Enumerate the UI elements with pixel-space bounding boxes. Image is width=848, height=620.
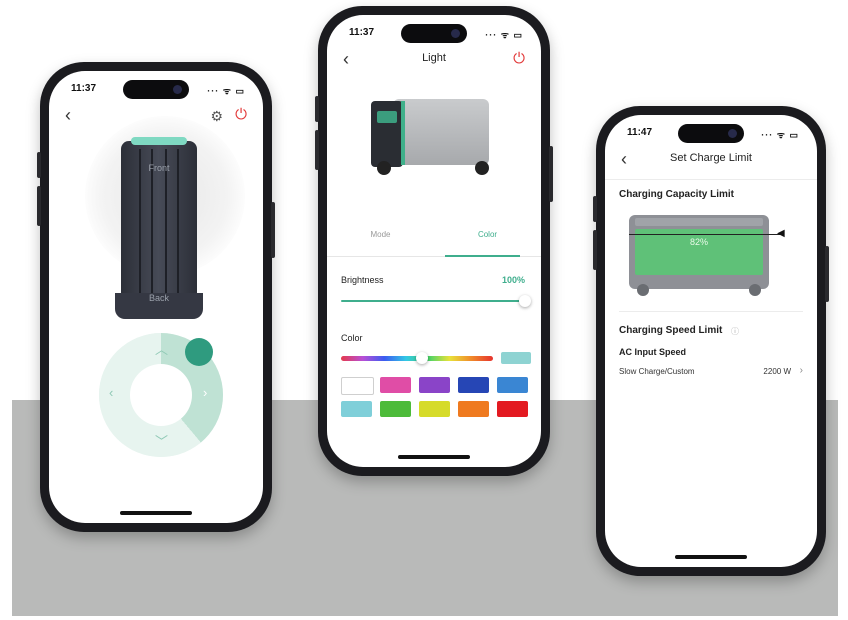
chevron-up-icon[interactable]: ︿ <box>155 339 168 358</box>
charge-mode-label: Slow Charge/Custom <box>619 367 695 376</box>
color-swatch[interactable] <box>419 401 450 417</box>
color-swatch[interactable] <box>458 401 489 417</box>
wheel-icon <box>749 284 761 296</box>
wheel-icon <box>377 161 391 175</box>
station-screen <box>377 111 397 123</box>
tab-bar: Mode Color <box>327 230 541 257</box>
dynamic-island <box>123 80 189 99</box>
status-time: 11:37 <box>349 27 375 38</box>
color-swatch[interactable] <box>341 377 374 395</box>
chevron-right-icon: › <box>799 365 803 376</box>
station-body <box>393 99 489 165</box>
status-time: 11:47 <box>627 127 653 138</box>
power-icon[interactable]: ⏻ <box>513 49 525 69</box>
brightness-slider[interactable] <box>341 300 525 302</box>
tab-indicator <box>444 255 520 257</box>
chevron-down-icon[interactable]: ﹀ <box>155 431 168 450</box>
screen: 11:37 ··· ᯤ ▭ ‹ Light ⏻ Mode Color Brigh… <box>327 15 541 467</box>
phone-side-button <box>825 246 829 302</box>
color-label: Color <box>341 333 363 343</box>
phone-side-button <box>37 152 41 178</box>
chevron-right-icon[interactable]: › <box>203 385 207 400</box>
color-swatch[interactable] <box>497 401 528 417</box>
divider <box>619 311 803 312</box>
device-front-label: Front <box>148 163 170 173</box>
device-back-label: Back <box>148 293 169 303</box>
ac-input-label: AC Input Speed <box>619 347 686 357</box>
color-swatch[interactable] <box>341 401 372 417</box>
status-time: 11:37 <box>71 83 97 94</box>
capacity-limit-title: Charging Capacity Limit <box>619 189 735 200</box>
color-swatch[interactable] <box>380 377 411 393</box>
phone-side-button <box>315 96 319 122</box>
phone-side-button <box>37 186 41 226</box>
camera-icon <box>451 29 460 38</box>
device-image: Front Back <box>115 137 203 319</box>
phone-side-button <box>315 130 319 170</box>
dial-knob[interactable] <box>185 338 213 366</box>
power-station-image <box>371 89 495 179</box>
charge-limit-handle-icon[interactable]: ◀ <box>777 228 785 239</box>
dynamic-island <box>678 124 744 143</box>
phone-side-button <box>549 146 553 202</box>
chevron-left-icon[interactable]: ‹ <box>109 385 113 400</box>
nav-bar: ‹ Light ⏻ <box>327 49 541 71</box>
home-indicator <box>398 455 470 459</box>
nav-bar: ‹ Set Charge Limit <box>605 149 817 171</box>
page-title: Light <box>422 52 446 64</box>
phone-charge-limit: 11:47 ··· ᯤ ▭ ‹ Set Charge Limit Chargin… <box>593 106 829 576</box>
status-icons: ··· ᯤ ▭ <box>207 86 245 96</box>
phone-light-settings: 11:37 ··· ᯤ ▭ ‹ Light ⏻ Mode Color Brigh… <box>315 6 553 476</box>
home-indicator <box>675 555 747 559</box>
station-accent <box>401 101 405 165</box>
color-swatch[interactable] <box>458 377 489 393</box>
tab-color[interactable]: Color <box>434 230 541 239</box>
info-icon[interactable]: ⓘ <box>731 326 739 337</box>
phone-side-button <box>593 230 597 270</box>
color-swatch[interactable] <box>497 377 528 393</box>
brightness-label: Brightness <box>341 275 384 285</box>
brightness-slider-thumb[interactable] <box>519 295 531 307</box>
charge-mode-value: 2200 W <box>763 367 791 376</box>
battery-fill <box>635 229 763 275</box>
phone-side-button <box>593 196 597 222</box>
page-title: Set Charge Limit <box>670 152 752 164</box>
screen: 11:47 ··· ᯤ ▭ ‹ Set Charge Limit Chargin… <box>605 115 817 567</box>
battery-lid <box>635 218 763 226</box>
color-swatch[interactable] <box>380 401 411 417</box>
wheel-icon <box>637 284 649 296</box>
tab-mode[interactable]: Mode <box>327 230 434 239</box>
camera-icon <box>173 85 182 94</box>
charge-limit-line[interactable] <box>629 234 781 235</box>
divider <box>605 179 817 180</box>
brightness-value: 100% <box>501 275 525 285</box>
phone-device-view: 11:37 ··· ᯤ ▭ ‹ ⚙ ⏻ Front Back ︿ › ﹀ ‹ <box>37 62 275 532</box>
battery-graphic: 82% <box>629 215 769 296</box>
station-front <box>371 101 403 167</box>
status-icons: ··· ᯤ ▭ <box>485 30 523 40</box>
phone-side-button <box>271 202 275 258</box>
back-icon[interactable]: ‹ <box>65 105 71 125</box>
dynamic-island <box>401 24 467 43</box>
speed-limit-title: Charging Speed Limit <box>619 325 723 336</box>
camera-icon <box>728 129 737 138</box>
device-topcap <box>131 137 187 145</box>
direction-dial[interactable]: ︿ › ﹀ ‹ <box>99 333 223 457</box>
color-swatch[interactable] <box>419 377 450 393</box>
selected-color-preview <box>501 352 531 364</box>
battery-percent: 82% <box>689 237 708 247</box>
power-icon[interactable]: ⏻ <box>235 105 247 125</box>
hue-slider-thumb[interactable] <box>415 352 428 364</box>
dial-center <box>130 364 192 426</box>
screen: 11:37 ··· ᯤ ▭ ‹ ⚙ ⏻ Front Back ︿ › ﹀ ‹ <box>49 71 263 523</box>
home-indicator <box>120 511 192 515</box>
status-icons: ··· ᯤ ▭ <box>761 130 799 140</box>
wheel-icon <box>475 161 489 175</box>
gear-icon[interactable]: ⚙ <box>210 106 223 126</box>
